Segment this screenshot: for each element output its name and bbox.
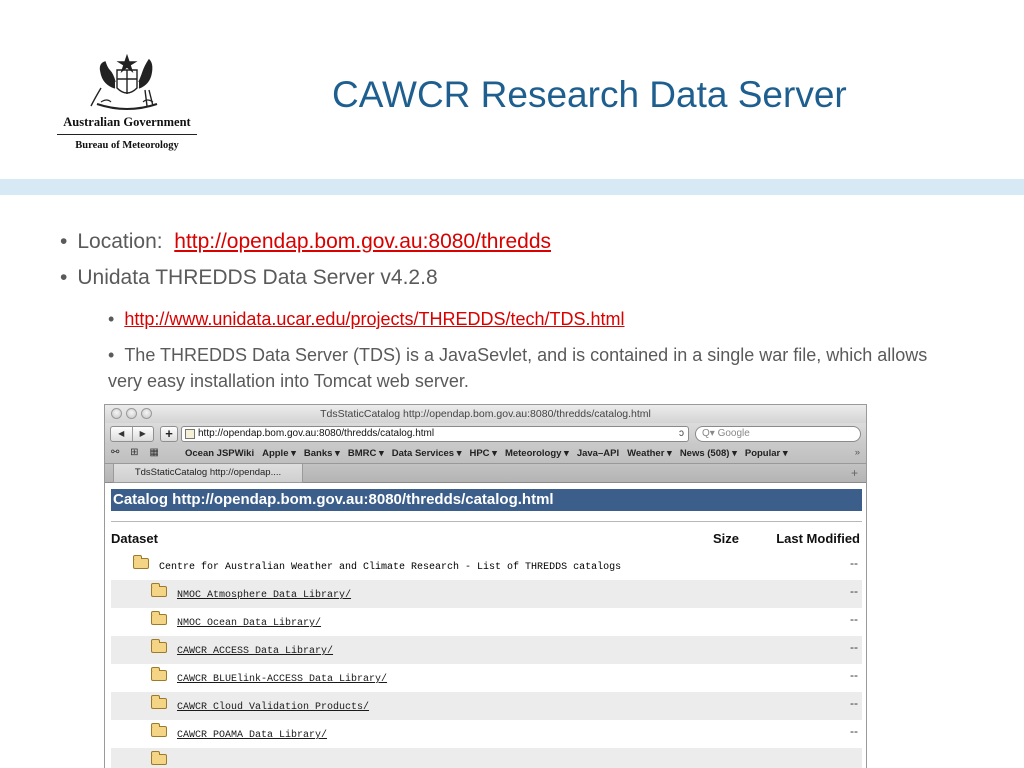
folder-icon [133, 555, 149, 569]
last-modified-cell: -- [850, 668, 858, 682]
nav-buttons: ◀ ▶ [110, 426, 154, 442]
catalog-rows: Centre for Australian Weather and Climat… [111, 552, 862, 768]
dataset-link[interactable]: CAWCR Cloud Validation Products/ [177, 702, 369, 713]
bureau-name: Bureau of Meteorology [75, 140, 179, 151]
last-modified-cell: -- [850, 612, 858, 626]
tab-catalog[interactable]: TdsStaticCatalog http://opendap.... [113, 464, 303, 483]
dataset-label: Centre for Australian Weather and Climat… [159, 562, 622, 573]
search-input[interactable]: Q▾ Google [695, 426, 861, 442]
table-row[interactable]: NMOC Ocean Data Library/ -- [111, 608, 862, 636]
browser-toolbar: ◀ ▶ + http://opendap.bom.gov.au:8080/thr… [105, 423, 866, 445]
address-url: http://opendap.bom.gov.au:8080/thredds/c… [198, 428, 435, 439]
page-favicon-icon [185, 429, 195, 439]
window-titlebar: TdsStaticCatalog http://opendap.bom.gov.… [105, 405, 866, 423]
title-band [0, 179, 1024, 195]
location-label: Location: [77, 230, 163, 253]
bookmark-item[interactable]: Meteorology ▾ [505, 448, 569, 459]
table-row[interactable]: CAWCR Cloud Validation Products/ -- [111, 692, 862, 720]
dataset-link[interactable]: CAWCR POAMA Data Library/ [177, 730, 327, 741]
tab-bar: TdsStaticCatalog http://opendap.... + [105, 463, 866, 483]
government-name: Australian Government [63, 115, 191, 129]
add-bookmark-button[interactable]: + [160, 426, 178, 442]
catalog-divider [111, 521, 862, 522]
last-modified-cell: -- [850, 696, 858, 710]
last-modified-cell: -- [850, 724, 858, 738]
table-row[interactable]: NMOC Atmosphere Data Library/ -- [111, 580, 862, 608]
bookmark-item[interactable]: HPC ▾ [469, 448, 496, 459]
logo-divider [57, 134, 197, 135]
bookmark-item[interactable]: Java–API [577, 448, 619, 459]
location-link[interactable]: http://opendap.bom.gov.au:8080/thredds [174, 230, 551, 253]
description-text: The THREDDS Data Server (TDS) is a JavaS… [108, 345, 928, 391]
bookmark-item[interactable]: Weather ▾ [627, 448, 672, 459]
folder-icon [151, 723, 167, 737]
bookmark-item[interactable]: News (508) ▾ [680, 448, 737, 459]
bullet-dot: • [108, 309, 115, 329]
bullet-dot: • [108, 345, 115, 365]
dataset-link[interactable]: CAWCR BLUElink-ACCESS Data Library/ [177, 674, 387, 685]
bookmark-items: Ocean JSPWiki Apple ▾ Banks ▾ BMRC ▾ Data Se… [185, 448, 796, 459]
dataset-link[interactable]: NMOC Atmosphere Data Library/ [177, 590, 351, 601]
last-modified-cell: -- [850, 556, 858, 570]
server-version-text: Unidata THREDDS Data Server v4.2.8 [77, 266, 438, 289]
folder-icon [151, 667, 167, 681]
dataset-link[interactable]: NMOC Ocean Data Library/ [177, 618, 321, 629]
last-modified-cell: -- [850, 584, 858, 598]
folder-icon [151, 611, 167, 625]
folder-icon [151, 695, 167, 709]
bullet-dot: • [60, 266, 68, 289]
bullet-location: • Location: http://opendap.bom.gov.au:808… [60, 230, 551, 254]
coat-of-arms-icon [90, 54, 158, 110]
catalog-heading: Catalog http://opendap.bom.gov.au:8080/t… [111, 489, 862, 511]
table-row[interactable]: CAWCR BLUElink-ACCESS Data Library/ -- [111, 664, 862, 692]
table-row [111, 748, 862, 768]
bookmark-tools-icon[interactable]: ⚯ ⊞ ▦ [111, 447, 163, 458]
bullet-dot: • [60, 230, 68, 253]
bookmark-item[interactable]: Apple ▾ [262, 448, 296, 459]
column-dataset: Dataset [111, 531, 158, 546]
address-bar[interactable]: http://opendap.bom.gov.au:8080/thredds/c… [181, 426, 689, 442]
window-title: TdsStaticCatalog http://opendap.bom.gov.… [320, 408, 651, 420]
reload-icon[interactable]: ↄ [679, 427, 684, 441]
back-button[interactable]: ◀ [111, 427, 132, 441]
catalog-table-header: Dataset Size Last Modified [111, 526, 862, 552]
bookmark-item[interactable]: Ocean JSPWiki [185, 448, 254, 459]
dataset-link[interactable]: CAWCR ACCESS Data Library/ [177, 646, 333, 657]
forward-button[interactable]: ▶ [131, 427, 154, 441]
table-row[interactable]: CAWCR POAMA Data Library/ -- [111, 720, 862, 748]
bookmark-item[interactable]: Popular ▾ [745, 448, 788, 459]
folder-icon [151, 639, 167, 653]
bookmarks-overflow-icon[interactable]: » [855, 447, 860, 458]
government-logo: Australian Government Bureau of Meteorol… [52, 54, 202, 151]
column-last-modified: Last Modified [776, 531, 860, 546]
bookmark-item[interactable]: BMRC ▾ [348, 448, 384, 459]
column-size: Size [713, 531, 740, 546]
bookmarks-bar: ⚯ ⊞ ▦ Ocean JSPWiki Apple ▾ Banks ▾ BMRC ▾ D… [105, 445, 866, 463]
bullet-server-version: • Unidata THREDDS Data Server v4.2.8 [60, 266, 438, 290]
table-row: Centre for Australian Weather and Climat… [111, 552, 862, 580]
last-modified-cell: -- [850, 640, 858, 654]
browser-window: TdsStaticCatalog http://opendap.bom.gov.… [104, 404, 867, 768]
table-row[interactable]: CAWCR ACCESS Data Library/ -- [111, 636, 862, 664]
bullet-unidata-link: • http://www.unidata.ucar.edu/projects/TH… [108, 309, 625, 330]
bookmark-item[interactable]: Banks ▾ [304, 448, 340, 459]
slide-title: CAWCR Research Data Server [332, 74, 847, 115]
new-tab-button[interactable]: + [851, 466, 858, 480]
page-content: Catalog http://opendap.bom.gov.au:8080/t… [105, 483, 866, 768]
folder-icon [151, 751, 167, 765]
bookmark-item[interactable]: Data Services ▾ [392, 448, 462, 459]
unidata-link[interactable]: http://www.unidata.ucar.edu/projects/THR… [124, 309, 624, 329]
bullet-description: • The THREDDS Data Server (TDS) is a Java… [108, 342, 948, 394]
folder-icon [151, 583, 167, 597]
